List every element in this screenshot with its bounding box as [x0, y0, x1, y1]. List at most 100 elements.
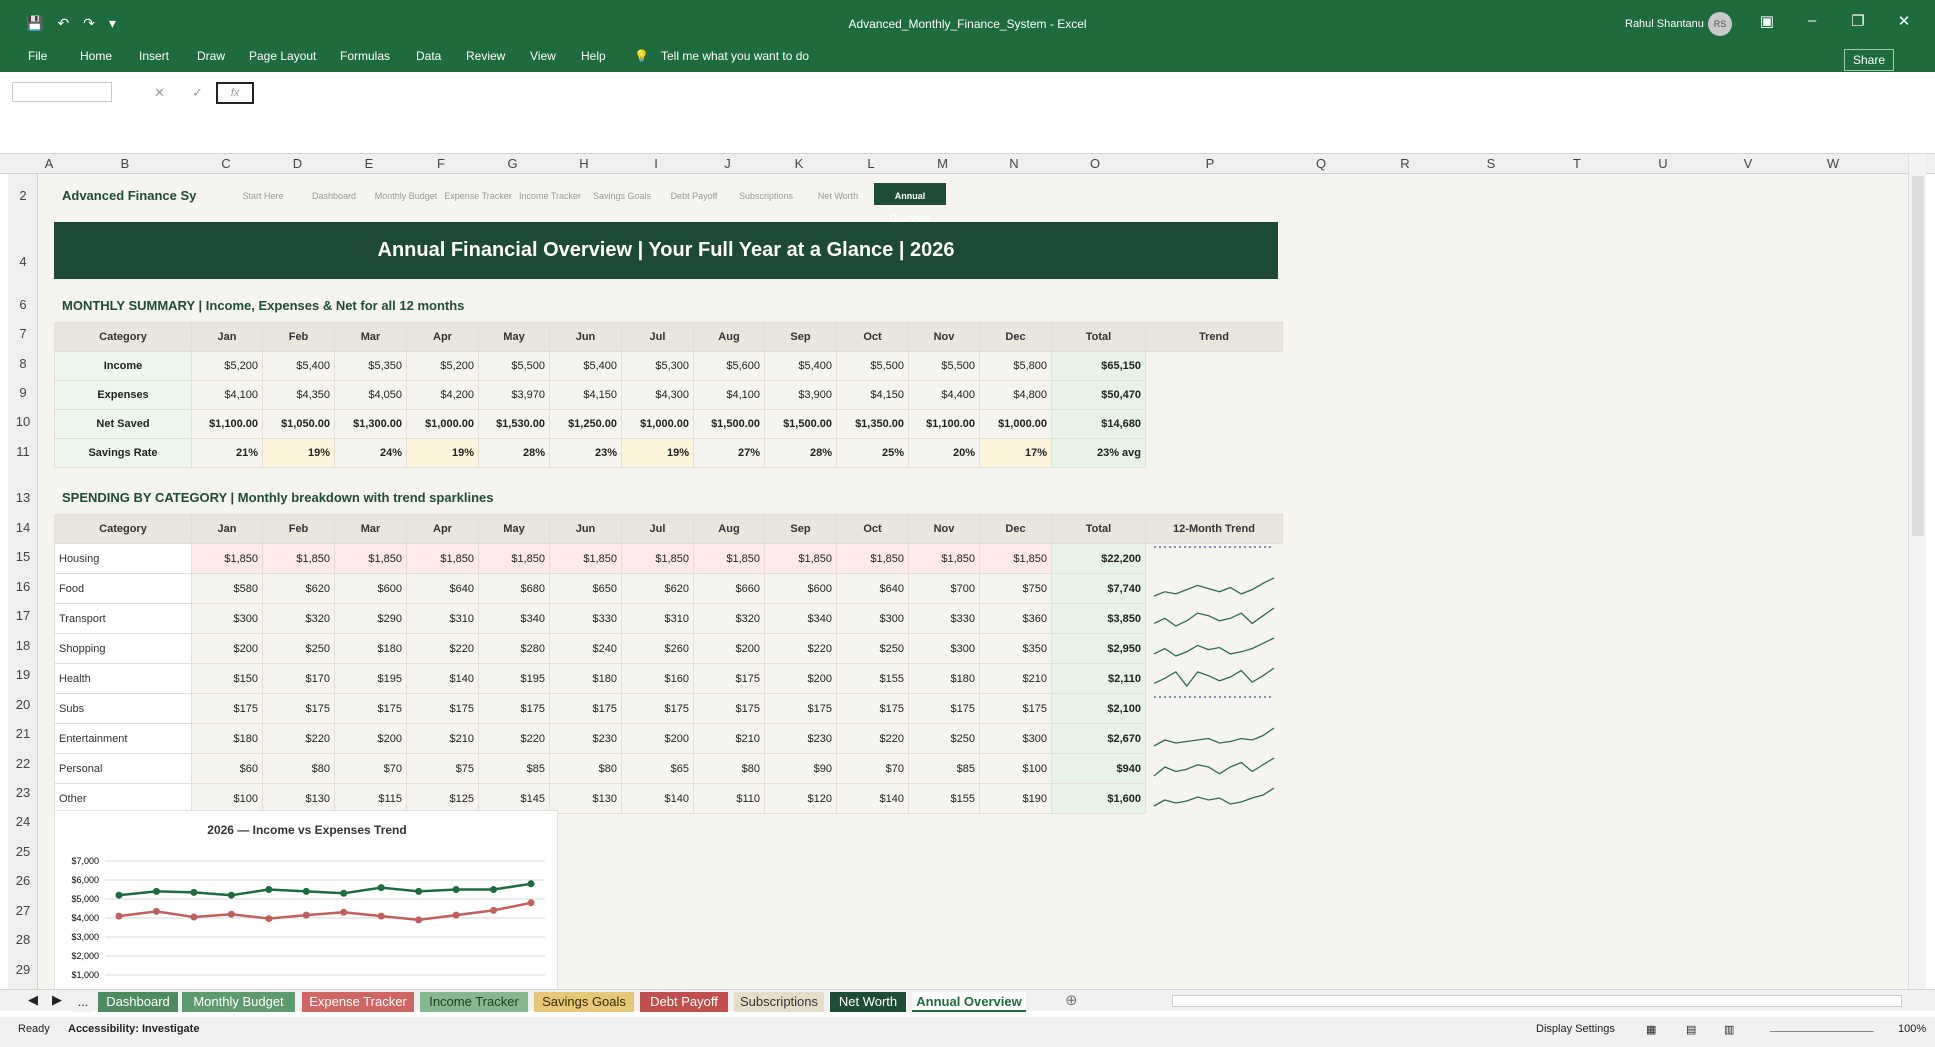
value-cell[interactable]: $180 [908, 663, 980, 694]
value-cell[interactable]: $130 [549, 783, 622, 814]
value-cell[interactable]: 24% [334, 438, 407, 468]
column-header[interactable]: T [1534, 156, 1620, 171]
worksheet[interactable]: Advanced Finance Sy Start Here Dashboard M… [38, 174, 1908, 989]
value-cell[interactable]: $1,100.00 [908, 409, 980, 439]
value-cell[interactable]: $300 [979, 723, 1052, 754]
row-header[interactable]: 23 [8, 785, 38, 800]
tell-me-search[interactable]: Tell me what you want to do [661, 49, 809, 63]
row-label[interactable]: Health [54, 663, 192, 694]
row-header[interactable]: 16 [8, 579, 38, 594]
row-label[interactable]: Entertainment [54, 723, 192, 754]
value-cell[interactable]: $4,100 [191, 380, 263, 410]
value-cell[interactable]: $180 [191, 723, 263, 754]
row-header[interactable]: 21 [8, 726, 38, 741]
value-cell[interactable]: $1,850 [191, 543, 263, 574]
column-header[interactable]: U [1620, 156, 1706, 171]
row-header[interactable]: 26 [8, 873, 38, 888]
column-header[interactable]: S [1448, 156, 1534, 171]
menu-insert[interactable]: Insert [139, 49, 169, 63]
column-header[interactable]: L [835, 156, 907, 171]
value-cell[interactable]: $1,850 [406, 543, 479, 574]
nav-tab[interactable]: Annual Overview [874, 183, 946, 223]
total-cell[interactable]: $2,670 [1051, 723, 1146, 754]
column-header[interactable]: G [477, 156, 548, 171]
accessibility-status[interactable]: Accessibility: Investigate [68, 1023, 199, 1035]
total-cell[interactable]: $50,470 [1051, 380, 1146, 410]
row-header[interactable]: 2 [8, 188, 38, 203]
value-cell[interactable]: 17% [979, 438, 1052, 468]
value-cell[interactable]: $75 [406, 753, 479, 784]
value-cell[interactable]: $1,850 [836, 543, 909, 574]
value-cell[interactable]: $580 [191, 573, 263, 604]
column-header[interactable]: Q [1280, 156, 1362, 171]
total-cell[interactable]: $22,200 [1051, 543, 1146, 574]
value-cell[interactable]: $320 [262, 603, 335, 634]
value-cell[interactable]: $220 [406, 633, 479, 664]
value-cell[interactable]: $140 [621, 783, 694, 814]
value-cell[interactable]: $5,500 [478, 351, 550, 381]
value-cell[interactable]: $4,800 [979, 380, 1052, 410]
value-cell[interactable]: $180 [549, 663, 622, 694]
sheet-tab[interactable]: Savings Goals [534, 992, 634, 1012]
value-cell[interactable]: $3,900 [764, 380, 837, 410]
value-cell[interactable]: $620 [262, 573, 335, 604]
value-cell[interactable]: $230 [764, 723, 837, 754]
close-icon[interactable]: ✕ [1889, 12, 1919, 30]
value-cell[interactable]: $310 [621, 603, 694, 634]
row-label[interactable]: Net Saved [54, 409, 192, 439]
value-cell[interactable]: $5,400 [262, 351, 335, 381]
value-cell[interactable]: $175 [621, 693, 694, 724]
value-cell[interactable]: $310 [406, 603, 479, 634]
restore-icon[interactable]: ❐ [1843, 12, 1873, 30]
row-header[interactable]: 18 [8, 638, 38, 653]
value-cell[interactable]: $260 [621, 633, 694, 664]
value-cell[interactable]: $340 [764, 603, 837, 634]
value-cell[interactable]: $145 [478, 783, 550, 814]
value-cell[interactable]: 23% [549, 438, 622, 468]
row-header[interactable]: 14 [8, 520, 38, 535]
value-cell[interactable]: $1,850 [693, 543, 765, 574]
value-cell[interactable]: $4,400 [908, 380, 980, 410]
value-cell[interactable]: $280 [478, 633, 550, 664]
value-cell[interactable]: 20% [908, 438, 980, 468]
value-cell[interactable]: $175 [979, 693, 1052, 724]
value-cell[interactable]: $750 [979, 573, 1052, 604]
nav-tab[interactable]: Savings Goals [586, 183, 658, 205]
value-cell[interactable]: $175 [406, 693, 479, 724]
sheet-tab[interactable]: Monthly Budget [182, 992, 295, 1012]
row-label[interactable]: Shopping [54, 633, 192, 664]
zoom-level[interactable]: 100% [1898, 1023, 1926, 1035]
value-cell[interactable]: $210 [406, 723, 479, 754]
menu-review[interactable]: Review [466, 49, 505, 63]
value-cell[interactable]: $1,850 [478, 543, 550, 574]
menu-page-layout[interactable]: Page Layout [249, 49, 316, 63]
value-cell[interactable]: $1,850 [621, 543, 694, 574]
value-cell[interactable]: $300 [191, 603, 263, 634]
value-cell[interactable]: $65 [621, 753, 694, 784]
value-cell[interactable]: $175 [191, 693, 263, 724]
value-cell[interactable]: $150 [191, 663, 263, 694]
row-label[interactable]: Housing [54, 543, 192, 574]
value-cell[interactable]: $330 [908, 603, 980, 634]
value-cell[interactable]: $200 [191, 633, 263, 664]
value-cell[interactable]: $1,850 [549, 543, 622, 574]
value-cell[interactable]: $190 [979, 783, 1052, 814]
value-cell[interactable]: $4,200 [406, 380, 479, 410]
value-cell[interactable]: $330 [549, 603, 622, 634]
page-layout-icon[interactable]: ▤ [1686, 1023, 1696, 1036]
value-cell[interactable]: $1,300.00 [334, 409, 407, 439]
value-cell[interactable]: $175 [908, 693, 980, 724]
total-cell[interactable]: $7,740 [1051, 573, 1146, 604]
total-cell[interactable]: $2,110 [1051, 663, 1146, 694]
nav-tab[interactable]: Monthly Budget [370, 183, 442, 205]
column-header[interactable]: A [38, 156, 60, 171]
value-cell[interactable]: 25% [836, 438, 909, 468]
total-cell[interactable]: $3,850 [1051, 603, 1146, 634]
value-cell[interactable]: 19% [262, 438, 335, 468]
value-cell[interactable]: $100 [191, 783, 263, 814]
value-cell[interactable]: $210 [693, 723, 765, 754]
value-cell[interactable]: $115 [334, 783, 407, 814]
total-cell[interactable]: $2,100 [1051, 693, 1146, 724]
row-header[interactable]: 25 [8, 844, 38, 859]
value-cell[interactable]: $110 [693, 783, 765, 814]
